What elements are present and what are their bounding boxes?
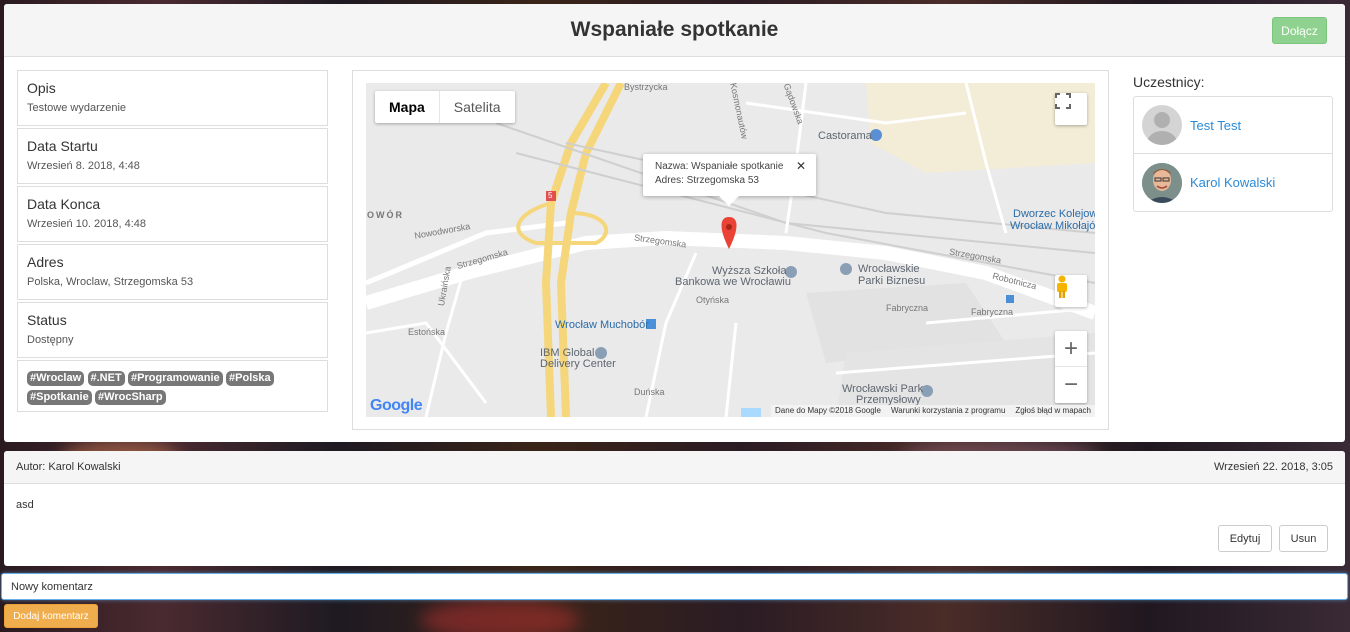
map-poi-label: Delivery Center [540,358,616,370]
map-route-label: 5 [548,191,553,200]
event-info-list: Opis Testowe wydarzenie Data Startu Wrze… [17,70,328,412]
pegman-icon [1057,275,1067,298]
map-street-label: Duńska [634,387,665,397]
participant-name-link[interactable]: Test Test [1190,118,1241,133]
participant-item[interactable]: Test Test [1134,97,1332,154]
info-label: Opis [27,80,56,96]
google-logo: Google [370,397,423,414]
info-address: Adres Polska, Wroclaw, Strzegomska 53 [17,244,328,300]
avatar [1142,105,1182,145]
info-value: Polska, Wroclaw, Strzegomska 53 [27,276,194,288]
map-street-label: Bystrzycka [624,83,668,92]
event-title: Wspaniałe spotkanie [570,18,779,41]
tag[interactable]: #Wroclaw [27,371,85,386]
tag[interactable]: #.NET [87,371,125,386]
map-poi-label: Wrocław Mikołajów [1010,220,1095,232]
edit-comment-button[interactable]: Edytuj [1218,525,1272,552]
info-label: Data Konca [27,196,101,212]
map-poi-label: Wrocław Muchobór [555,319,649,331]
map-container: Mapa Satelita + − Nazwa: Wspaniałe spotk… [352,70,1109,430]
info-label: Data Startu [27,138,98,154]
participant-item[interactable]: Karol Kowalski [1134,154,1332,211]
map-type-map-button[interactable]: Mapa [375,91,440,123]
map-footer: Dane do Mapy ©2018 Google Warunki korzys… [771,405,1095,417]
map-street-label: Otyńska [696,295,730,305]
background-light [420,600,580,632]
participant-list: Test Test Karol Kowalski [1133,96,1333,212]
info-window-address: Adres: Strzegomska 53 [655,175,759,186]
info-label: Adres [27,254,64,270]
street-view-button[interactable] [1055,275,1087,307]
map-district-label: OWÓR [367,210,404,220]
tag[interactable]: #WrocSharp [95,390,166,405]
zoom-in-button[interactable]: + [1055,331,1087,367]
zoom-out-button[interactable]: − [1055,367,1087,403]
event-header: Wspaniałe spotkanie Dołącz [4,4,1345,57]
tag[interactable]: #Polska [226,371,274,386]
map-street-label: Estońska [408,327,446,337]
map-poi-label: Wrocławskie [858,263,920,275]
comment-body: asd [16,499,34,511]
zoom-control: + − [1055,331,1087,403]
info-status: Status Dostępny [17,302,328,358]
user-photo-icon [1142,162,1182,203]
info-value: Wrzesień 8. 2018, 4:48 [27,160,140,172]
map-info-window: Nazwa: Wspaniałe spotkanie Adres: Strzeg… [643,154,816,206]
map-street-label: Fabryczna [886,303,929,313]
map-poi-label: Bankowa we Wrocławiu [675,276,791,288]
map-terms-link[interactable]: Warunki korzystania z programu [891,406,1005,416]
close-icon[interactable]: ✕ [796,159,806,173]
info-description: Opis Testowe wydarzenie [17,70,328,126]
join-button[interactable]: Dołącz [1272,17,1327,44]
tag[interactable]: #Spotkanie [27,390,92,405]
info-value: Dostępny [27,334,74,346]
map-street-label: Fabryczna [971,307,1014,317]
default-avatar-icon [1147,112,1177,145]
tag[interactable]: #Programowanie [128,371,223,386]
info-value: Testowe wydarzenie [27,102,127,114]
participants-title: Uczestnicy: [1133,74,1205,90]
comment-author: Autor: Karol Kowalski [16,461,121,473]
participant-name-link[interactable]: Karol Kowalski [1190,175,1275,190]
info-value: Wrzesień 10. 2018, 4:48 [27,218,147,230]
map-report-link[interactable]: Zgłoś błąd w mapach [1015,406,1091,416]
info-label: Status [27,312,67,328]
info-start-date: Data Startu Wrzesień 8. 2018, 4:48 [17,128,328,184]
comment-date: Wrzesień 22. 2018, 3:05 [1213,461,1333,473]
map-poi-label: Castorama [818,130,872,142]
google-map[interactable]: Mapa Satelita + − Nazwa: Wspaniałe spotk… [366,83,1095,417]
map-copyright: Dane do Mapy ©2018 Google [775,406,881,415]
avatar [1142,162,1182,203]
info-end-date: Data Konca Wrzesień 10. 2018, 4:48 [17,186,328,242]
comment-panel: Autor: Karol Kowalski Wrzesień 22. 2018,… [4,451,1345,566]
new-comment-input[interactable] [1,573,1348,600]
fullscreen-icon [1055,93,1071,109]
delete-comment-button[interactable]: Usun [1279,525,1328,552]
map-type-satellite-button[interactable]: Satelita [440,91,515,123]
fullscreen-button[interactable] [1055,93,1087,125]
info-window-name: Nazwa: Wspaniałe spotkanie [655,161,784,172]
map-roads [366,83,1095,417]
map-type-control: Mapa Satelita [375,91,515,123]
map-poi-label: Parki Biznesu [858,275,926,287]
map-poi-label: Dworzec Kolejowy [1013,208,1095,220]
tags-box: #Wroclaw #.NET #Programowanie #Polska #S… [17,360,328,412]
comment-header: Autor: Karol Kowalski Wrzesień 22. 2018,… [4,451,1345,484]
participants-panel: Uczestnicy: Test Test Karol Kowalski [1133,70,1333,212]
add-comment-button[interactable]: Dodaj komentarz [4,604,98,628]
